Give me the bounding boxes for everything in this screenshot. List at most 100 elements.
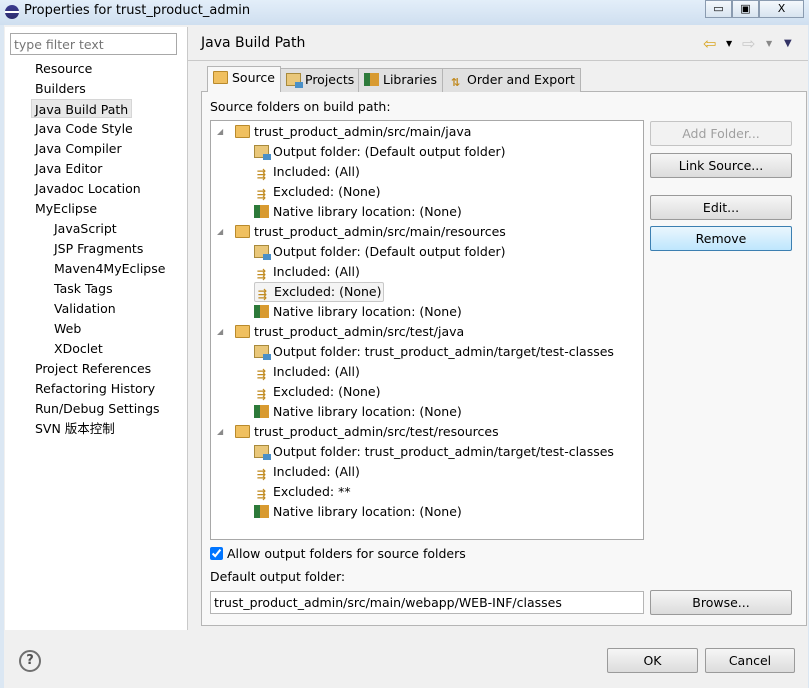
sidebar-item[interactable]: Java Build Path xyxy=(31,99,133,118)
attribute-label: Included: (All) xyxy=(273,464,360,479)
source-folder-icon xyxy=(235,325,250,338)
default-output-input[interactable] xyxy=(210,591,644,614)
tree-attribute-row[interactable]: ⇶ Included: (All) xyxy=(254,162,360,182)
sidebar-item[interactable]: MyEclipse xyxy=(35,199,97,218)
attribute-label: Excluded: (None) xyxy=(273,384,381,399)
sidebar-item[interactable]: SVN 版本控制 xyxy=(35,419,115,438)
tree-attribute-row[interactable]: ⇶ Included: (All) xyxy=(254,262,360,282)
help-icon[interactable]: ? xyxy=(19,650,41,672)
tab-order-and-export[interactable]: ⇅ Order and Export xyxy=(442,68,581,92)
close-button[interactable]: X xyxy=(759,0,804,18)
sidebar-item[interactable]: Java Code Style xyxy=(35,119,133,138)
excluded-icon: ⇶ xyxy=(256,388,267,401)
source-folders-label: Source folders on build path: xyxy=(210,99,391,114)
page-title: Java Build Path xyxy=(201,35,306,51)
browse-button[interactable]: Browse... xyxy=(650,590,792,615)
sidebar-item[interactable]: Web xyxy=(54,319,81,338)
allow-output-option[interactable]: Allow output folders for source folders xyxy=(210,546,466,561)
allow-output-checkbox[interactable] xyxy=(210,547,223,560)
tab-libraries[interactable]: Libraries xyxy=(358,68,443,92)
tree-attribute-row[interactable]: ⇶ Excluded: (None) xyxy=(254,382,381,402)
attribute-label: Excluded: (None) xyxy=(274,284,382,299)
tab-source[interactable]: Source xyxy=(207,66,281,92)
remove-button[interactable]: Remove xyxy=(650,226,792,251)
source-folder-icon xyxy=(213,71,228,84)
attribute-label: Included: (All) xyxy=(273,164,360,179)
libraries-icon xyxy=(364,73,379,86)
tree-attribute-row[interactable]: Native library location: (None) xyxy=(254,502,462,522)
forward-arrow-icon[interactable]: ⇨ xyxy=(742,34,755,53)
tree-attribute-row[interactable]: Native library location: (None) xyxy=(254,402,462,422)
tree-attribute-row[interactable]: Output folder: (Default output folder) xyxy=(254,242,506,262)
edit-button[interactable]: Edit... xyxy=(650,195,792,220)
back-menu-icon[interactable]: ▼ xyxy=(726,39,732,48)
sidebar-item[interactable]: Java Editor xyxy=(35,159,102,178)
attribute-label: Included: (All) xyxy=(273,364,360,379)
default-output-label: Default output folder: xyxy=(210,569,346,584)
output-folder-icon xyxy=(254,245,271,260)
link-source-button[interactable]: Link Source... xyxy=(650,153,792,178)
expand-toggle-icon[interactable]: ◢ xyxy=(217,422,223,442)
tree-attribute-row[interactable]: Native library location: (None) xyxy=(254,202,462,222)
sidebar-item[interactable]: Task Tags xyxy=(54,279,113,298)
tab-label: Libraries xyxy=(383,72,437,87)
attribute-label: Excluded: ** xyxy=(273,484,351,499)
filter-input[interactable] xyxy=(10,33,177,55)
minimize-button[interactable]: ▭ xyxy=(705,0,732,18)
sidebar-item[interactable]: Builders xyxy=(35,79,86,98)
native-library-icon xyxy=(254,305,269,318)
tree-attribute-row[interactable]: ⇶ Excluded: ** xyxy=(254,482,351,502)
sidebar-item[interactable]: Run/Debug Settings xyxy=(35,399,160,418)
tree-attribute-row[interactable]: ⇶ Excluded: (None) xyxy=(254,282,385,302)
back-arrow-icon[interactable]: ⇦ xyxy=(703,34,716,53)
folder-label: trust_product_admin/src/test/java xyxy=(254,324,465,339)
expand-toggle-icon[interactable]: ◢ xyxy=(217,122,223,142)
sidebar-item[interactable]: Java Compiler xyxy=(35,139,122,158)
view-menu-icon[interactable]: ▼ xyxy=(784,38,792,49)
sidebar-item[interactable]: XDoclet xyxy=(54,339,103,358)
tree-attribute-row[interactable]: Output folder: trust_product_admin/targe… xyxy=(254,342,614,362)
included-icon: ⇶ xyxy=(256,468,267,481)
forward-menu-icon[interactable]: ▼ xyxy=(766,39,772,48)
window-title: Properties for trust_product_admin xyxy=(24,3,251,18)
add-folder-button[interactable]: Add Folder... xyxy=(650,121,792,146)
projects-icon xyxy=(286,73,303,88)
sidebar-item[interactable]: JavaScript xyxy=(54,219,117,238)
attribute-label: Excluded: (None) xyxy=(273,184,381,199)
source-folder-icon xyxy=(235,125,250,138)
tree-attribute-row[interactable]: Native library location: (None) xyxy=(254,302,462,322)
sidebar-item[interactable]: Validation xyxy=(54,299,116,318)
source-tree[interactable]: ◢ trust_product_admin/src/main/java Output… xyxy=(210,120,644,540)
expand-toggle-icon[interactable]: ◢ xyxy=(217,222,223,242)
ok-button[interactable]: OK xyxy=(607,648,698,673)
cancel-button[interactable]: Cancel xyxy=(705,648,795,673)
maximize-button[interactable]: ▣ xyxy=(732,0,759,18)
sidebar-item[interactable]: Refactoring History xyxy=(35,379,155,398)
sidebar-item[interactable]: Resource xyxy=(35,59,92,78)
attribute-label: Output folder: trust_product_admin/targe… xyxy=(273,344,614,359)
tree-attribute-row[interactable]: ⇶ Excluded: (None) xyxy=(254,182,381,202)
included-icon: ⇶ xyxy=(256,168,267,181)
output-folder-icon xyxy=(254,445,271,460)
sidebar-item[interactable]: JSP Fragments xyxy=(54,239,143,258)
expand-toggle-icon[interactable]: ◢ xyxy=(217,322,223,342)
tab-label: Projects xyxy=(305,72,355,87)
attribute-label: Included: (All) xyxy=(273,264,360,279)
sidebar-item[interactable]: Javadoc Location xyxy=(35,179,141,198)
tab-label: Source xyxy=(232,70,275,85)
sidebar-item[interactable]: Maven4MyEclipse xyxy=(54,259,165,278)
output-folder-icon xyxy=(254,345,271,360)
attribute-label: Output folder: (Default output folder) xyxy=(273,244,506,259)
tree-attribute-row[interactable]: ⇶ Included: (All) xyxy=(254,362,360,382)
attribute-label: Native library location: (None) xyxy=(273,304,462,319)
tab-projects[interactable]: Projects xyxy=(280,68,361,92)
attribute-label: Output folder: (Default output folder) xyxy=(273,144,506,159)
attribute-label: Native library location: (None) xyxy=(273,204,462,219)
tree-attribute-row[interactable]: Output folder: (Default output folder) xyxy=(254,142,506,162)
attribute-label: Native library location: (None) xyxy=(273,404,462,419)
tree-attribute-row[interactable]: ⇶ Included: (All) xyxy=(254,462,360,482)
sidebar-item[interactable]: Project References xyxy=(35,359,151,378)
header-divider xyxy=(188,60,808,61)
source-folder-icon xyxy=(235,225,250,238)
tree-attribute-row[interactable]: Output folder: trust_product_admin/targe… xyxy=(254,442,614,462)
